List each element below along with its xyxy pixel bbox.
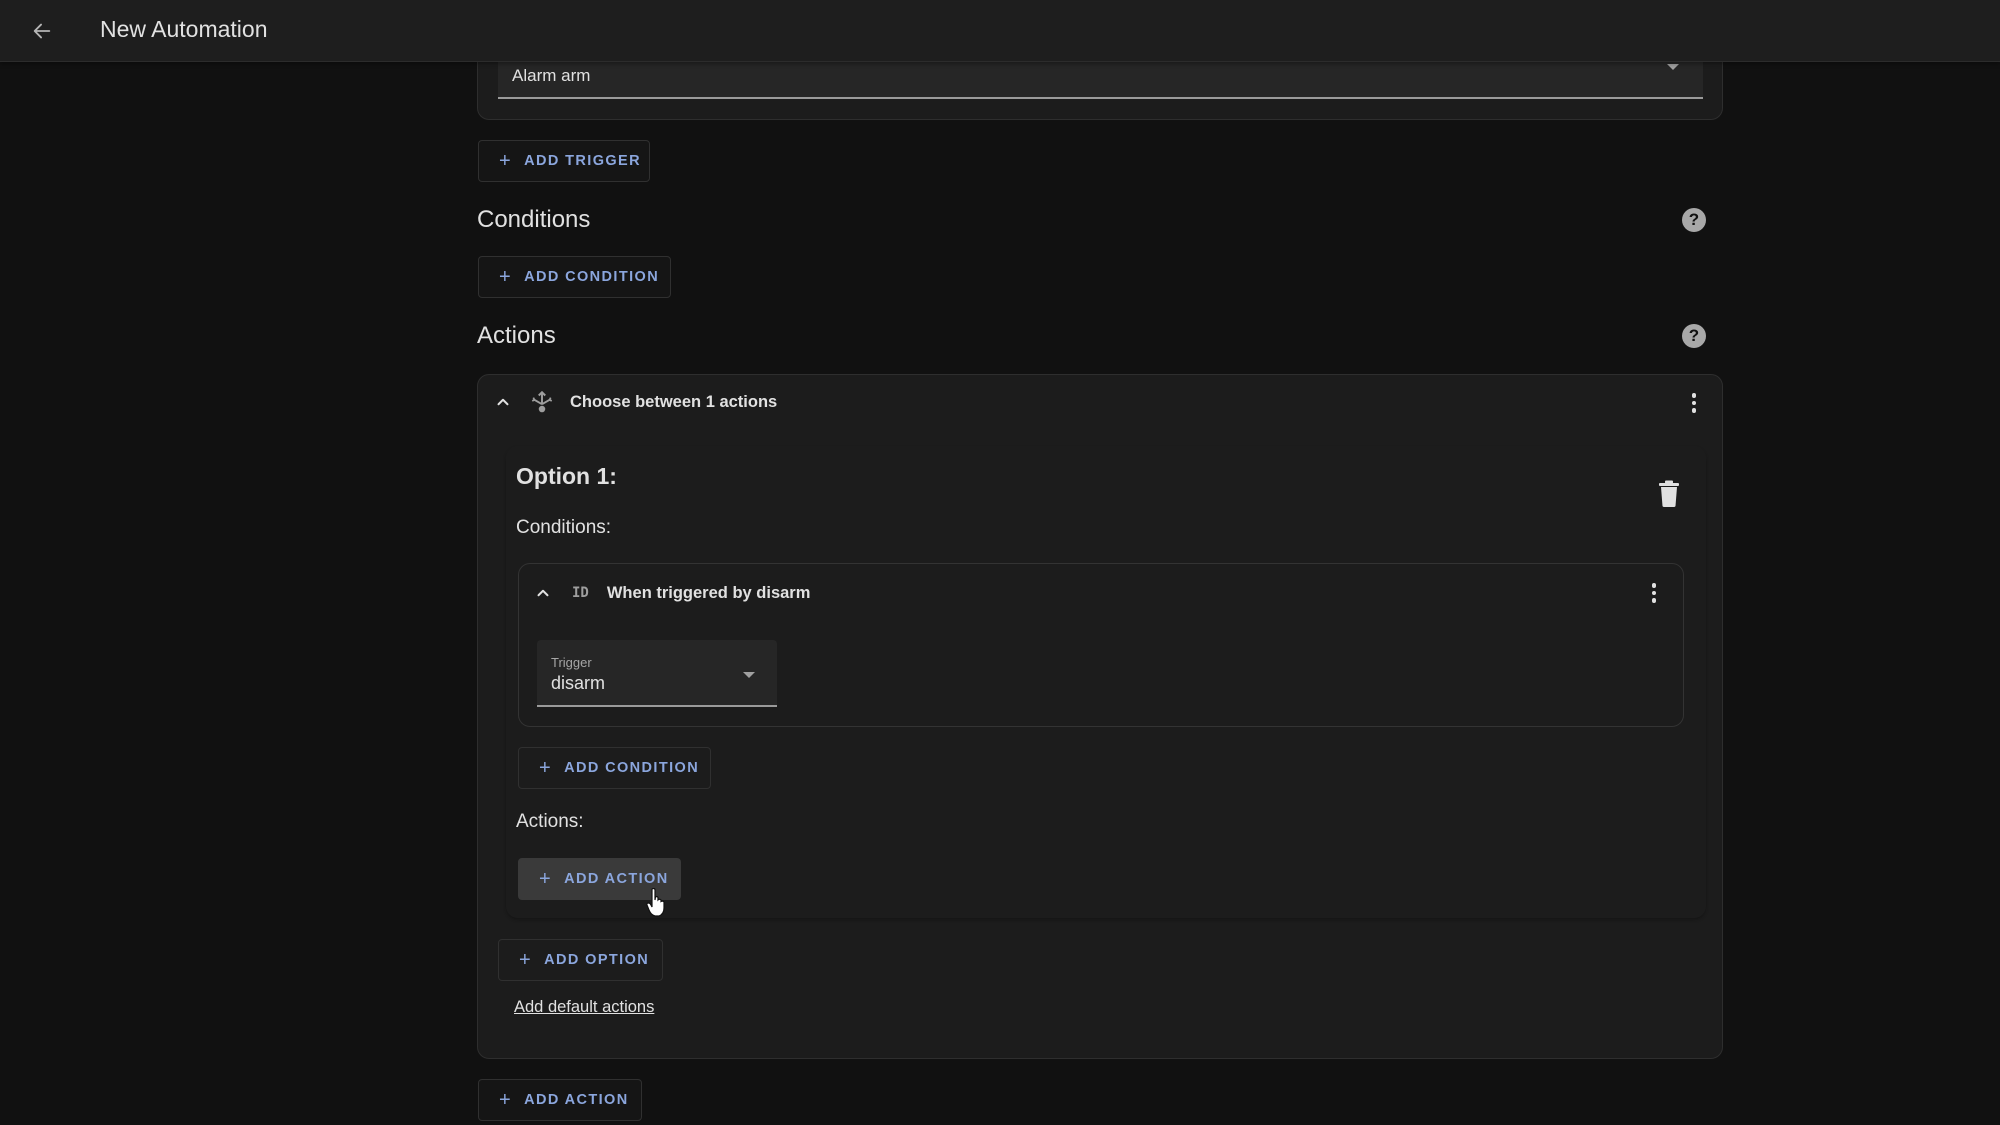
option-title: Option 1: <box>516 463 617 489</box>
delete-option-icon[interactable] <box>1656 480 1682 508</box>
page-title: New Automation <box>100 16 268 42</box>
dropdown-arrow-icon <box>743 672 755 678</box>
add-trigger-button[interactable]: + ADD TRIGGER <box>478 140 650 182</box>
add-option-button[interactable]: + ADD OPTION <box>498 939 663 981</box>
plus-icon: + <box>499 150 513 172</box>
chevron-up-icon[interactable] <box>490 389 516 415</box>
condition-title: When triggered by disarm <box>606 583 811 602</box>
back-button[interactable] <box>24 13 60 49</box>
option-add-condition-label: ADD CONDITION <box>564 760 700 776</box>
plus-icon: + <box>519 949 533 971</box>
choose-action-menu-icon[interactable] <box>1682 393 1706 413</box>
add-default-actions-link[interactable]: Add default actions <box>514 998 654 1017</box>
add-condition-label: ADD CONDITION <box>524 269 660 285</box>
plus-icon: + <box>499 1089 513 1111</box>
option-conditions-label: Conditions: <box>516 517 612 538</box>
add-trigger-label: ADD TRIGGER <box>524 153 641 169</box>
trigger-id-icon: ID <box>572 585 589 601</box>
condition-menu-icon[interactable] <box>1642 583 1666 603</box>
conditions-help-icon[interactable]: ? <box>1682 208 1706 232</box>
add-action-label: ADD ACTION <box>524 1092 629 1108</box>
condition-header[interactable]: ID When triggered by disarm <box>530 580 810 606</box>
app-header: New Automation <box>0 0 2000 62</box>
trigger-field-value: disarm <box>551 673 606 693</box>
chevron-up-icon[interactable] <box>530 580 556 606</box>
add-action-button[interactable]: + ADD ACTION <box>478 1079 642 1121</box>
option-add-condition-button[interactable]: + ADD CONDITION <box>518 747 711 789</box>
option-add-action-label: ADD ACTION <box>564 871 669 887</box>
choose-arrows-icon <box>528 388 556 416</box>
conditions-heading: Conditions <box>477 206 591 233</box>
plus-icon: + <box>539 868 553 890</box>
arrow-left-icon <box>33 23 51 39</box>
plus-icon: + <box>539 757 553 779</box>
option-actions-label: Actions: <box>516 811 584 832</box>
actions-help-icon[interactable]: ? <box>1682 324 1706 348</box>
trigger-id-select[interactable]: Trigger disarm <box>537 640 777 707</box>
dropdown-arrow-icon <box>1667 64 1679 70</box>
actions-heading: Actions <box>477 322 556 349</box>
choose-action-header[interactable]: Choose between 1 actions <box>490 388 777 416</box>
trigger-field-label: Trigger <box>551 655 592 670</box>
add-condition-button[interactable]: + ADD CONDITION <box>478 256 671 298</box>
plus-icon: + <box>499 266 513 288</box>
add-option-label: ADD OPTION <box>544 952 650 968</box>
choose-action-title: Choose between 1 actions <box>570 392 778 411</box>
automation-editor: Alarm arm + ADD TRIGGER Conditions ? + A… <box>0 0 2000 1125</box>
option-add-action-button[interactable]: + ADD ACTION <box>518 858 681 900</box>
trigger-type-value: Alarm arm <box>512 66 591 85</box>
